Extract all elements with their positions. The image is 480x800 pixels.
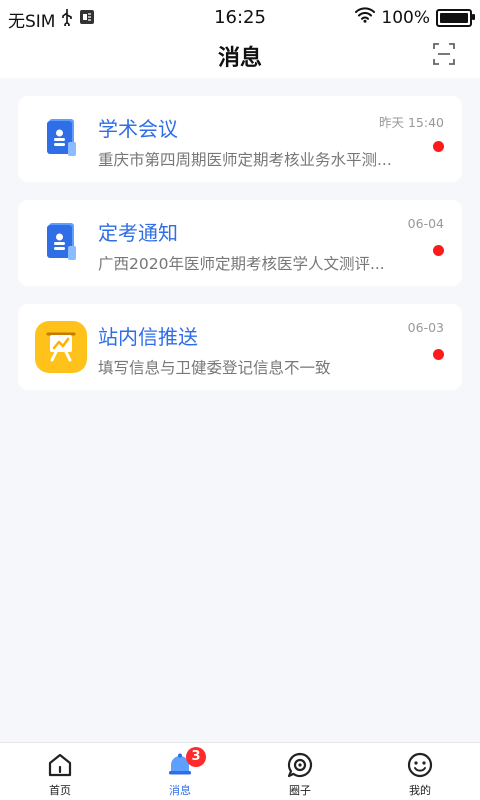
presentation-board-icon [34, 320, 88, 374]
page-title: 消息 [217, 46, 262, 71]
unread-dot [433, 141, 444, 152]
bottom-tab-bar: 首页 3 消息 圈子 我的 [0, 742, 480, 800]
header: 消息 [0, 34, 480, 78]
message-title: 学术会议 [98, 117, 178, 141]
message-card-academic-conference[interactable]: 学术会议 重庆市第四周期医师定期考核业务水平测... 昨天 15:40 [18, 96, 462, 182]
tab-label: 我的 [409, 784, 431, 797]
message-card-exam-notice[interactable]: 定考通知 广西2020年医师定期考核医学人文测评... 06-04 [18, 200, 462, 286]
status-bar: 无SIM 16:25 100% [0, 0, 480, 34]
unread-dot [433, 349, 444, 360]
message-snippet: 填写信息与卫健委登记信息不一致 [98, 359, 331, 377]
document-person-icon [34, 216, 88, 270]
tab-messages[interactable]: 3 消息 [120, 743, 240, 800]
message-time: 06-03 [407, 320, 444, 335]
scan-icon[interactable] [432, 42, 456, 66]
home-icon [46, 751, 74, 779]
unread-dot [433, 245, 444, 256]
message-title: 站内信推送 [98, 325, 198, 349]
status-right: 100% [355, 7, 475, 28]
tab-mine[interactable]: 我的 [360, 743, 480, 800]
message-title: 定考通知 [98, 221, 178, 245]
circle-target-icon [286, 751, 314, 779]
message-snippet: 广西2020年医师定期考核医学人文测评... [98, 255, 385, 273]
message-list: 学术会议 重庆市第四周期医师定期考核业务水平测... 昨天 15:40 定考通知… [18, 96, 462, 408]
smiley-icon [406, 751, 434, 779]
wifi-icon [355, 7, 376, 28]
tab-home[interactable]: 首页 [0, 743, 120, 800]
battery-icon [436, 8, 475, 27]
battery-percent: 100% [381, 7, 430, 28]
battery-fill [440, 12, 468, 23]
message-card-site-push[interactable]: 站内信推送 填写信息与卫健委登记信息不一致 06-03 [18, 304, 462, 390]
tab-circle[interactable]: 圈子 [240, 743, 360, 800]
message-snippet: 重庆市第四周期医师定期考核业务水平测... [98, 151, 392, 169]
tab-label: 消息 [169, 784, 191, 797]
document-person-icon [34, 112, 88, 166]
tab-label: 首页 [49, 784, 71, 797]
message-time: 昨天 15:40 [379, 115, 444, 130]
message-time: 06-04 [407, 216, 444, 231]
tab-label: 圈子 [289, 784, 311, 797]
unread-count-badge: 3 [186, 747, 206, 767]
